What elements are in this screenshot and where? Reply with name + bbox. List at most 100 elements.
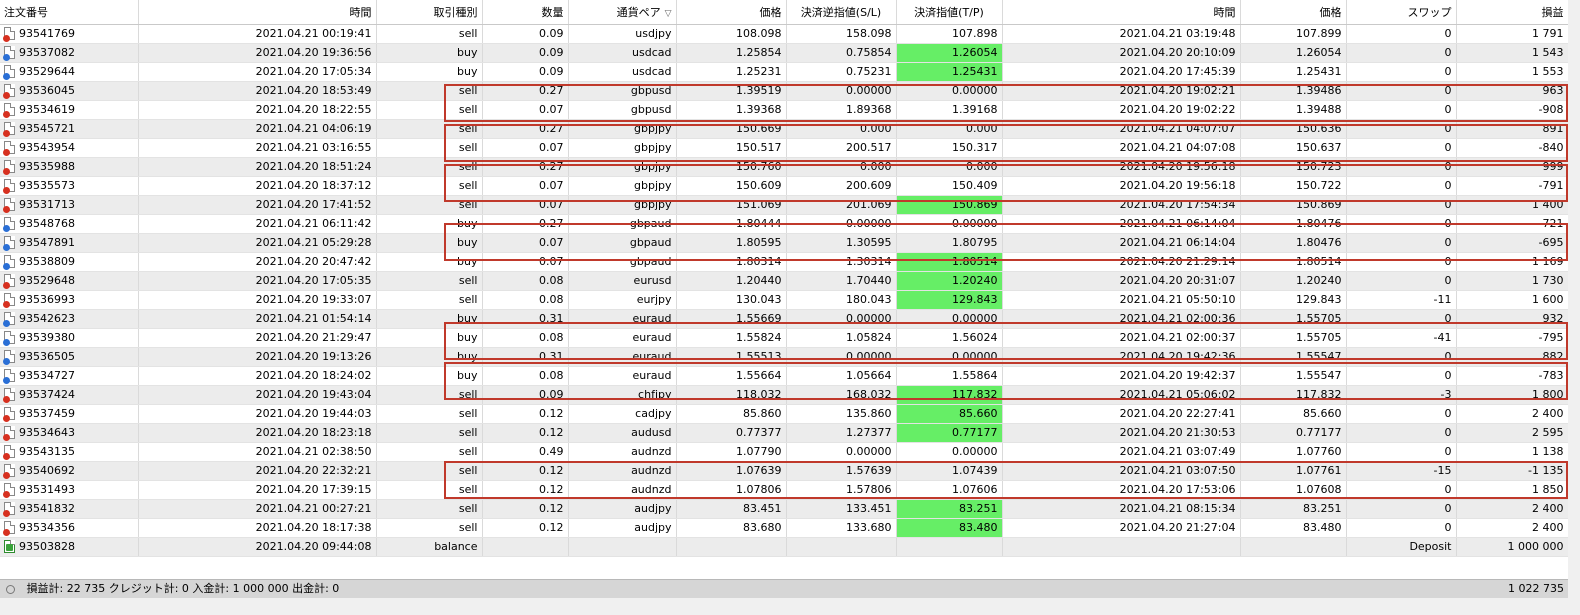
trade-row[interactable]: 93534356 2021.04.20 18:17:38 sell 0.12 audjp… (0, 518, 1569, 538)
vertical-scrollbar[interactable] (1568, 0, 1580, 615)
close-price-cell: 1.39486 (1240, 81, 1347, 101)
ticket-number: 93535573 (19, 178, 75, 192)
sell-order-icon (3, 179, 15, 194)
sell-order-icon (3, 293, 15, 308)
symbol-cell: euraud (568, 366, 677, 386)
profit-cell: 999 (1456, 157, 1569, 177)
col-header-type[interactable]: 取引種別 (376, 0, 483, 25)
open-time-cell: 2021.04.21 03:16:55 (138, 138, 377, 158)
trade-row[interactable]: 93542623 2021.04.21 01:54:14 buy 0.31 euraud… (0, 309, 1569, 329)
trade-row[interactable]: 93541769 2021.04.21 00:19:41 sell 0.09 usdjp… (0, 24, 1569, 44)
col-header-ticket[interactable]: 注文番号 (0, 0, 139, 25)
volume-cell: 0.08 (482, 271, 569, 291)
close-time-cell: 2021.04.21 02:00:37 (1002, 328, 1241, 348)
trade-row[interactable]: 93540692 2021.04.20 22:32:21 sell 0.12 audnz… (0, 461, 1569, 481)
sl-cell: 1.27377 (786, 423, 897, 443)
col-header-symbol[interactable]: 通貨ペア ▽ (568, 0, 677, 25)
col-header-volume[interactable]: 数量 (482, 0, 569, 25)
symbol-cell: usdcad (568, 62, 677, 82)
swap-cell: 0 (1346, 480, 1457, 500)
col-header-close-price[interactable]: 価格 (1240, 0, 1347, 25)
trade-row[interactable]: 93538809 2021.04.20 20:47:42 buy 0.07 gbpaud… (0, 252, 1569, 272)
tp-cell: 0.00000 (896, 347, 1003, 367)
open-price-cell: 118.032 (676, 385, 787, 405)
trade-row[interactable]: 93531493 2021.04.20 17:39:15 sell 0.12 audnz… (0, 480, 1569, 500)
tp-cell: 1.07606 (896, 480, 1003, 500)
col-header-swap[interactable]: スワップ (1346, 0, 1457, 25)
sell-order-icon (3, 426, 15, 441)
tp-cell: 0.77177 (896, 423, 1003, 443)
trade-row[interactable]: 93548768 2021.04.21 06:11:42 buy 0.27 gbpaud… (0, 214, 1569, 234)
trade-row[interactable]: 93535988 2021.04.20 18:51:24 sell 0.27 gbpjp… (0, 157, 1569, 177)
type-cell: buy (376, 347, 483, 367)
symbol-cell: gbpjpy (568, 176, 677, 196)
open-time-cell: 2021.04.20 19:33:07 (138, 290, 377, 310)
trade-row[interactable]: 93529644 2021.04.20 17:05:34 buy 0.09 usdcad… (0, 62, 1569, 82)
trade-row[interactable]: 93529648 2021.04.20 17:05:35 sell 0.08 eurus… (0, 271, 1569, 291)
profit-cell: -908 (1456, 100, 1569, 120)
swap-cell: 0 (1346, 119, 1457, 139)
symbol-cell: audnzd (568, 461, 677, 481)
volume-cell: 0.07 (482, 176, 569, 196)
trade-row[interactable]: 93536045 2021.04.20 18:53:49 sell 0.27 gbpus… (0, 81, 1569, 101)
type-cell: sell (376, 442, 483, 462)
col-header-open-price[interactable]: 価格 (676, 0, 787, 25)
type-cell: sell (376, 195, 483, 215)
profit-cell: 1 600 (1456, 290, 1569, 310)
horizontal-scrollbar[interactable] (0, 598, 1568, 615)
symbol-cell: gbpjpy (568, 195, 677, 215)
ticket-number: 93534356 (19, 520, 75, 534)
swap-cell: 0 (1346, 347, 1457, 367)
col-header-close-time[interactable]: 時間 (1002, 0, 1241, 25)
col-header-profit[interactable]: 損益 (1456, 0, 1569, 25)
sl-cell: 1.05664 (786, 366, 897, 386)
buy-order-icon (3, 369, 15, 384)
col-header-sl[interactable]: 決済逆指値(S/L) (786, 0, 897, 25)
profit-cell: -840 (1456, 138, 1569, 158)
open-time-cell: 2021.04.20 17:05:35 (138, 271, 377, 291)
swap-cell: 0 (1346, 81, 1457, 101)
ticket-number: 93543135 (19, 444, 75, 458)
sl-cell: 133.680 (786, 518, 897, 538)
close-time-cell: 2021.04.20 19:02:21 (1002, 81, 1241, 101)
trade-row[interactable]: 93539380 2021.04.20 21:29:47 buy 0.08 euraud… (0, 328, 1569, 348)
trade-row[interactable]: 93537459 2021.04.20 19:44:03 sell 0.12 cadjp… (0, 404, 1569, 424)
trade-row[interactable]: 93537424 2021.04.20 19:43:04 sell 0.09 chfjp… (0, 385, 1569, 405)
balance-ticket-cell: 93503828 (0, 537, 139, 557)
ticket-number: 93536505 (19, 349, 75, 363)
ticket-cell: 93531493 (0, 480, 139, 500)
trade-row[interactable]: 93543135 2021.04.21 02:38:50 sell 0.49 audnz… (0, 442, 1569, 462)
swap-cell: 0 (1346, 176, 1457, 196)
swap-cell: 0 (1346, 366, 1457, 386)
trade-row[interactable]: 93537082 2021.04.20 19:36:56 buy 0.09 usdcad… (0, 43, 1569, 63)
trade-row[interactable]: 93541832 2021.04.21 00:27:21 sell 0.12 audjp… (0, 499, 1569, 519)
trade-row[interactable]: 93536993 2021.04.20 19:33:07 sell 0.08 eurjp… (0, 290, 1569, 310)
symbol-cell: gbpaud (568, 233, 677, 253)
sl-cell: 1.30595 (786, 233, 897, 253)
col-header-open-time[interactable]: 時間 (138, 0, 377, 25)
balance-type-cell: balance (376, 537, 483, 557)
trade-row[interactable]: 93547891 2021.04.21 05:29:28 buy 0.07 gbpaud… (0, 233, 1569, 253)
close-time-cell: 2021.04.21 03:19:48 (1002, 24, 1241, 44)
sell-order-icon (3, 160, 15, 175)
sl-cell: 200.609 (786, 176, 897, 196)
profit-cell: 2 400 (1456, 518, 1569, 538)
profit-cell: 1 553 (1456, 62, 1569, 82)
col-header-tp[interactable]: 決済指値(T/P) (896, 0, 1003, 25)
trade-row[interactable]: 93534727 2021.04.20 18:24:02 buy 0.08 euraud… (0, 366, 1569, 386)
open-time-cell: 2021.04.21 05:29:28 (138, 233, 377, 253)
trade-row[interactable]: 93534619 2021.04.20 18:22:55 sell 0.07 gbpus… (0, 100, 1569, 120)
ticket-number: 93529644 (19, 64, 75, 78)
trade-row[interactable]: 93543954 2021.04.21 03:16:55 sell 0.07 gbpjp… (0, 138, 1569, 158)
trade-row[interactable]: 93536505 2021.04.20 19:13:26 buy 0.31 euraud… (0, 347, 1569, 367)
symbol-cell: audusd (568, 423, 677, 443)
balance-row[interactable]: 93503828 2021.04.20 09:44:08 balance Deposi… (0, 537, 1569, 557)
trade-row[interactable]: 93531713 2021.04.20 17:41:52 sell 0.07 gbpjp… (0, 195, 1569, 215)
ticket-cell: 93548768 (0, 214, 139, 234)
symbol-cell: gbpusd (568, 81, 677, 101)
open-time-cell: 2021.04.21 00:27:21 (138, 499, 377, 519)
trade-row[interactable]: 93534643 2021.04.20 18:23:18 sell 0.12 audus… (0, 423, 1569, 443)
balance-time-cell: 2021.04.20 09:44:08 (138, 537, 377, 557)
trade-row[interactable]: 93545721 2021.04.21 04:06:19 sell 0.27 gbpjp… (0, 119, 1569, 139)
trade-row[interactable]: 93535573 2021.04.20 18:37:12 sell 0.07 gbpjp… (0, 176, 1569, 196)
